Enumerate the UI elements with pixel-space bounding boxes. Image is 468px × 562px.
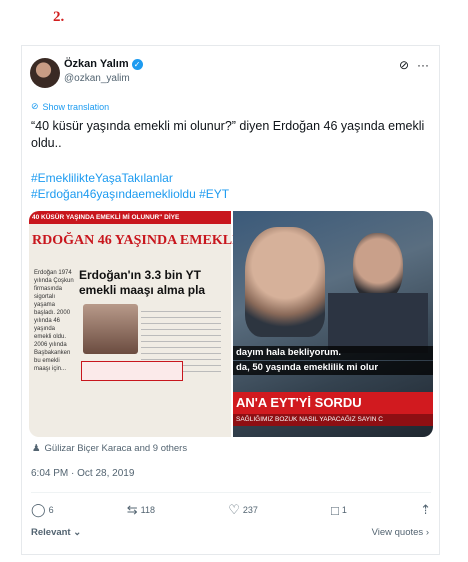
tagged-users-label: Gülizar Biçer Karaca and 9 others	[44, 443, 188, 454]
news-ticker: SAĞLIĞIMIZ BOZUK NASIL YAPACAĞIZ SAYIN C	[233, 414, 433, 426]
tweet-card: Özkan Yalım ✓ @ozkan_yalim ⊘ ··· ⊘ Show …	[21, 45, 440, 555]
translate-icon: ⊘	[31, 101, 39, 111]
chevron-right-icon: ›	[425, 527, 429, 538]
share-icon: ⇡	[420, 502, 431, 517]
retweet-count: 118	[140, 505, 156, 515]
sort-dropdown[interactable]: Relevant ⌄	[31, 527, 81, 538]
tweet-top-icons: ⊘ ···	[399, 58, 429, 72]
reply-count: 6	[48, 505, 54, 515]
newspaper-subhead-line: emekli maaşı alma pla	[79, 283, 206, 297]
newspaper-subhead: Erdoğan'ın 3.3 bin YT emekli maaşı alma …	[79, 268, 205, 298]
hashtag-link[interactable]: #Erdoğan46yaşındaemeklioldu #EYT	[31, 186, 229, 202]
author-handle[interactable]: @ozkan_yalim	[64, 73, 130, 84]
tv-screenshot-image[interactable]: dayım hala bekliyorum. da, 50 yaşında em…	[233, 211, 433, 437]
like-count: 237	[242, 505, 258, 515]
person-icon: ♟	[32, 443, 41, 454]
author-name-row[interactable]: Özkan Yalım ✓	[64, 58, 143, 70]
reply-button[interactable]: ◯ 6	[31, 502, 54, 518]
reply-icon: ◯	[31, 502, 46, 517]
sort-dropdown-label: Relevant	[31, 527, 71, 538]
bookmark-count: 1	[341, 505, 347, 515]
show-translation-link[interactable]: ⊘ Show translation	[31, 101, 109, 112]
newspaper-column: Erdoğan 1974 yılında Çoşkun firmasında s…	[34, 270, 74, 372]
view-quotes-label: View quotes	[371, 527, 424, 538]
retweet-icon: ⇆	[126, 502, 138, 517]
subtitle-line: dayım hala bekliyorum.	[233, 346, 433, 360]
background-suit	[328, 293, 428, 353]
subtitle-line: da, 50 yaşında emeklilik mi olur	[233, 361, 433, 375]
avatar[interactable]	[30, 58, 60, 88]
like-button[interactable]: ♡ 237	[228, 502, 258, 518]
chevron-down-icon: ⌄	[73, 527, 82, 538]
tweet-text: “40 küsür yaşında emekli mi olunur?” diy…	[31, 119, 425, 150]
more-options-icon[interactable]: ···	[417, 58, 429, 72]
newspaper-quote-box	[81, 361, 183, 381]
hashtag-link[interactable]: #EmeklilikteYaşaTakılanlar	[31, 170, 229, 186]
share-button[interactable]: ⇡	[420, 502, 431, 518]
show-translation-label: Show translation	[42, 101, 110, 112]
newspaper-photo	[83, 304, 138, 354]
tagged-users[interactable]: ♟ Gülizar Biçer Karaca and 9 others	[32, 443, 187, 454]
heart-icon: ♡	[228, 502, 240, 517]
list-number-marker: 2.	[53, 9, 65, 25]
news-banner: AN'A EYT'Yİ SORDU	[233, 392, 433, 414]
retweet-button[interactable]: ⇆ 118	[127, 502, 155, 518]
bookmark-icon: □	[331, 502, 339, 518]
tweet-actions: ◯ 6 ⇆ 118 ♡ 237 □ 1 ⇡	[31, 502, 431, 518]
newspaper-clipping-image[interactable]: 40 KÜSÜR YAŞINDA EMEKLİ Mİ OLUNUR" DİYE …	[29, 211, 277, 437]
tweet-timestamp[interactable]: 6:04 PM · Oct 28, 2019	[31, 468, 134, 479]
verified-badge-icon: ✓	[131, 58, 143, 70]
view-quotes-link[interactable]: View quotes ›	[372, 527, 429, 538]
foreground-person	[245, 227, 325, 337]
author-name[interactable]: Özkan Yalım	[64, 58, 129, 70]
hashtags: #EmeklilikteYaşaTakılanlar #Erdoğan46yaş…	[31, 170, 229, 202]
tweet-media[interactable]: 40 KÜSÜR YAŞINDA EMEKLİ Mİ OLUNUR" DİYE …	[29, 211, 433, 437]
bookmark-button[interactable]: □ 1	[331, 503, 347, 518]
newspaper-subhead-line: Erdoğan'ın 3.3 bin YT	[79, 268, 201, 282]
divider	[31, 492, 431, 493]
grok-icon[interactable]: ⊘	[399, 58, 409, 72]
newspaper-headband: 40 KÜSÜR YAŞINDA EMEKLİ Mİ OLUNUR" DİYE	[29, 211, 231, 224]
